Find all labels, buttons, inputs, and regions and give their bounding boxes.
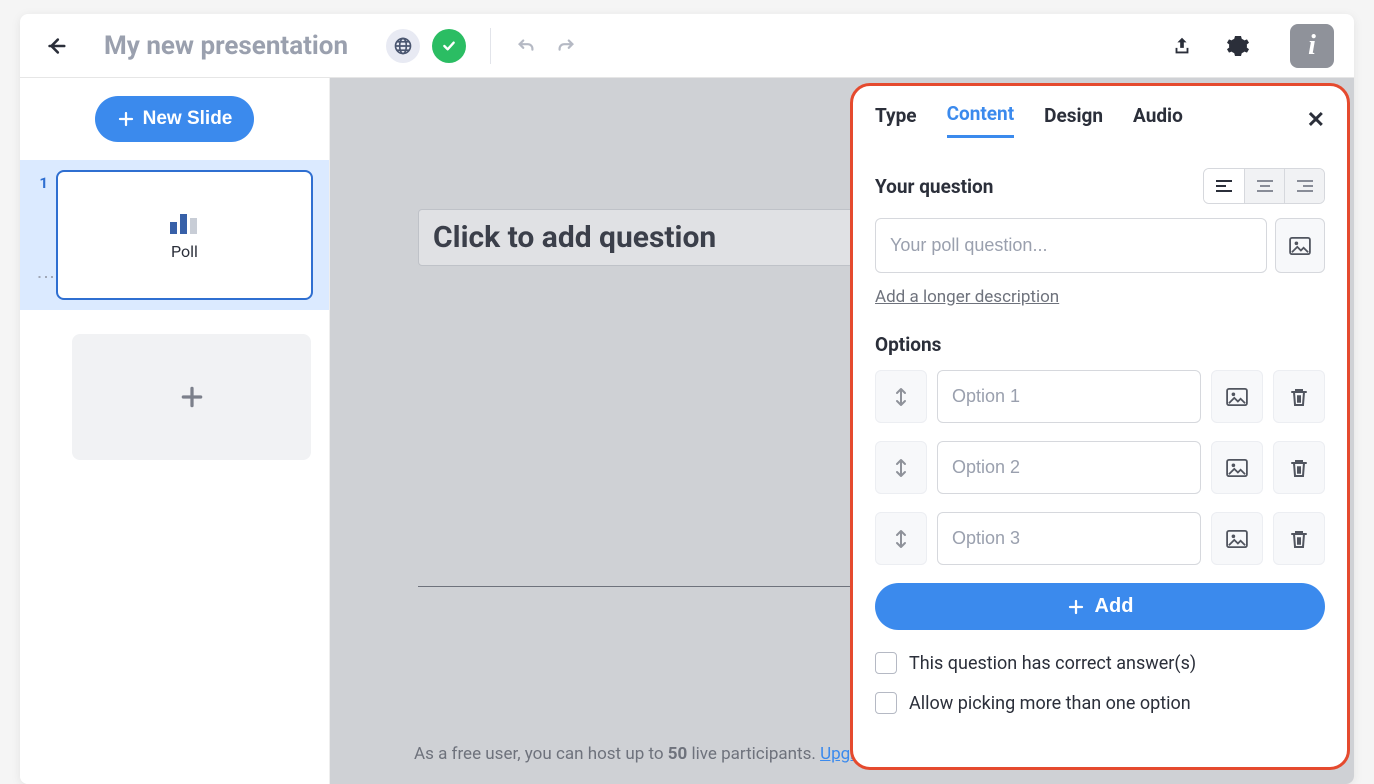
undo-button[interactable]	[515, 35, 543, 57]
checkbox-multi[interactable]	[875, 692, 897, 714]
image-icon	[1289, 237, 1311, 255]
bar-chart-icon	[168, 210, 202, 236]
question-input[interactable]	[875, 218, 1267, 273]
drag-handle[interactable]	[875, 370, 927, 423]
panel-tabs: Type Content Design Audio ✕	[875, 102, 1325, 138]
option-delete-button[interactable]	[1273, 512, 1325, 565]
align-right-button[interactable]	[1284, 169, 1324, 203]
option-input[interactable]	[937, 370, 1201, 423]
add-button-label: Add	[1095, 595, 1134, 618]
option-row	[875, 441, 1325, 494]
tab-type[interactable]: Type	[875, 104, 917, 137]
slide-thumbnail-label: Poll	[171, 242, 198, 261]
add-description-link[interactable]: Add a longer description	[875, 287, 1059, 307]
image-icon	[1226, 459, 1248, 477]
checkbox-correct[interactable]	[875, 652, 897, 674]
trash-icon	[1290, 529, 1308, 549]
redo-button[interactable]	[555, 35, 583, 57]
share-button[interactable]	[1168, 32, 1196, 60]
undo-icon	[515, 35, 537, 57]
align-left-button[interactable]	[1204, 169, 1244, 203]
tab-content[interactable]: Content	[947, 102, 1015, 138]
align-center-button[interactable]	[1244, 169, 1284, 203]
drag-vertical-icon	[894, 386, 908, 408]
image-icon	[1226, 530, 1248, 548]
option-delete-button[interactable]	[1273, 441, 1325, 494]
slide-sidebar: New Slide 1 Poll ⋮	[20, 78, 330, 784]
align-group	[1203, 168, 1325, 204]
public-button[interactable]	[386, 29, 420, 63]
slide-number: 1	[30, 174, 48, 192]
new-slide-button[interactable]: New Slide	[95, 96, 255, 142]
trash-icon	[1290, 458, 1308, 478]
trash-icon	[1290, 387, 1308, 407]
editor-panel: Type Content Design Audio ✕ Your questio…	[850, 83, 1350, 770]
footer-limit: 50	[668, 744, 688, 764]
separator	[490, 28, 491, 64]
slide-menu-button[interactable]: ⋮	[42, 268, 48, 285]
drag-handle[interactable]	[875, 512, 927, 565]
settings-button[interactable]	[1224, 32, 1252, 60]
tab-design[interactable]: Design	[1044, 104, 1103, 137]
image-icon	[1226, 388, 1248, 406]
checkbox-multi-label: Allow picking more than one option	[909, 693, 1191, 714]
option-image-button[interactable]	[1211, 370, 1263, 423]
back-button[interactable]	[40, 30, 72, 62]
option-delete-button[interactable]	[1273, 370, 1325, 423]
drag-handle[interactable]	[875, 441, 927, 494]
option-image-button[interactable]	[1211, 441, 1263, 494]
info-button[interactable]: i	[1290, 24, 1334, 68]
option-row	[875, 512, 1325, 565]
align-left-icon	[1215, 179, 1233, 193]
close-panel-button[interactable]: ✕	[1307, 108, 1325, 133]
checkbox-row-correct[interactable]: This question has correct answer(s)	[875, 652, 1325, 674]
app-window: My new presentation i	[20, 14, 1354, 784]
option-image-button[interactable]	[1211, 512, 1263, 565]
new-slide-label: New Slide	[143, 108, 233, 130]
share-icon	[1171, 35, 1193, 57]
plus-icon	[1067, 598, 1085, 616]
tab-audio[interactable]: Audio	[1133, 104, 1183, 137]
drag-vertical-icon	[894, 457, 908, 479]
drag-vertical-icon	[894, 528, 908, 550]
add-option-button[interactable]: Add	[875, 583, 1325, 630]
globe-icon	[393, 36, 413, 56]
presentation-title[interactable]: My new presentation	[104, 31, 348, 61]
option-row	[875, 370, 1325, 423]
align-right-icon	[1296, 179, 1314, 193]
option-input[interactable]	[937, 512, 1201, 565]
topbar: My new presentation i	[20, 14, 1354, 78]
footer-text: As a free user, you can host up to	[414, 744, 668, 764]
question-image-button[interactable]	[1275, 218, 1325, 273]
slide-thumbnail[interactable]: Poll	[56, 170, 313, 300]
options-label: Options	[875, 333, 1325, 356]
redo-icon	[555, 35, 577, 57]
plus-icon	[117, 110, 135, 128]
align-center-icon	[1256, 179, 1274, 193]
body: New Slide 1 Poll ⋮	[20, 78, 1354, 784]
checkbox-correct-label: This question has correct answer(s)	[909, 653, 1196, 674]
checkbox-row-multi[interactable]: Allow picking more than one option	[875, 692, 1325, 714]
footer-text: live participants.	[687, 744, 820, 764]
gear-icon	[1226, 34, 1250, 58]
plus-icon	[179, 384, 205, 410]
your-question-label: Your question	[875, 175, 993, 198]
saved-button[interactable]	[432, 29, 466, 63]
check-icon	[441, 38, 457, 54]
arrow-left-icon	[45, 35, 67, 57]
slide-row[interactable]: 1 Poll ⋮	[20, 160, 329, 310]
add-slide-card[interactable]	[72, 334, 311, 460]
option-input[interactable]	[937, 441, 1201, 494]
